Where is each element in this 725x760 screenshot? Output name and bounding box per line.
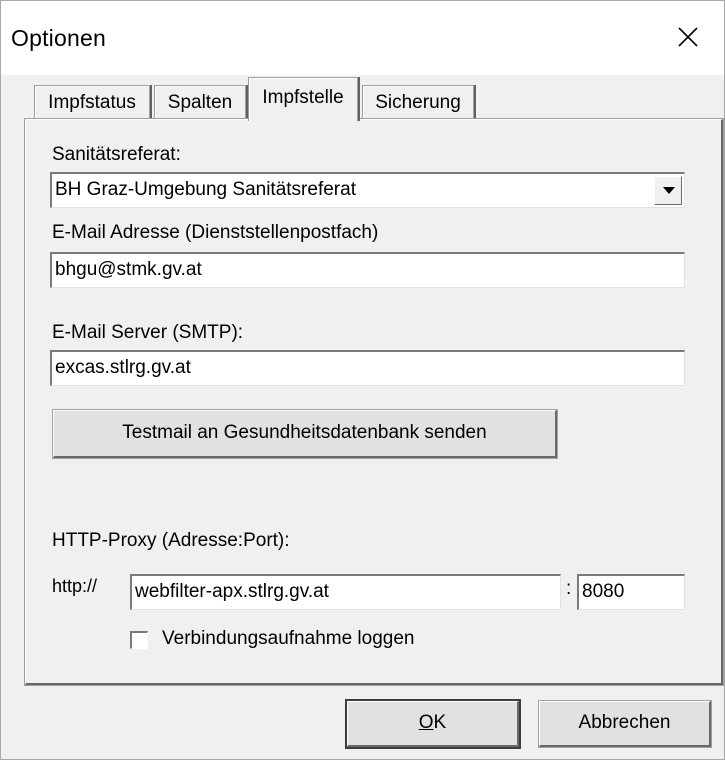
sanitaetsreferat-label: Sanitätsreferat: — [52, 144, 181, 165]
tab-label: Sicherung — [375, 92, 461, 113]
close-icon — [678, 27, 698, 47]
title-bar: Optionen — [1, 1, 724, 75]
tab-panel-impfstelle: Sanitätsreferat: BH Graz-Umgebung Sanitä… — [24, 118, 724, 686]
tab-label: Spalten — [167, 92, 233, 113]
tab-label: Impfstatus — [48, 92, 136, 113]
smtp-label: E-Mail Server (SMTP): — [52, 322, 244, 343]
tab-impfstelle[interactable]: Impfstelle — [248, 77, 358, 121]
cancel-button[interactable]: Abbrechen — [538, 700, 712, 748]
tab-impfstatus[interactable]: Impfstatus — [34, 85, 150, 119]
email-label: E-Mail Adresse (Dienststellenpostfach) — [52, 222, 379, 243]
options-dialog: Optionen Impfstatus Spalten Impfstelle S… — [0, 0, 725, 760]
testmail-button-label: Testmail an Gesundheitsdatenbank senden — [122, 422, 487, 443]
ok-mnemonic: O — [418, 712, 434, 733]
proxy-address-field[interactable]: webfilter-apx.stlrg.gv.at — [130, 574, 561, 610]
close-button[interactable] — [654, 1, 724, 75]
tab-sicherung[interactable]: Sicherung — [362, 85, 474, 119]
proxy-port-value: 8080 — [582, 581, 625, 602]
dialog-title: Optionen — [11, 25, 106, 51]
proxy-separator: : — [566, 578, 572, 599]
testmail-button[interactable]: Testmail an Gesundheitsdatenbank senden — [52, 409, 558, 459]
smtp-server-field[interactable]: excas.stlrg.gv.at — [50, 350, 685, 386]
proxy-port-field[interactable]: 8080 — [577, 574, 685, 610]
tab-label: Impfstelle — [262, 87, 344, 108]
proxy-label: HTTP-Proxy (Adresse:Port): — [52, 530, 290, 551]
cancel-label: Abbrechen — [578, 712, 671, 733]
email-value: bhgu@stmk.gv.at — [55, 259, 202, 280]
tab-spalten[interactable]: Spalten — [154, 85, 246, 119]
log-connection-label[interactable]: Verbindungsaufnahme loggen — [162, 628, 414, 650]
email-field[interactable]: bhgu@stmk.gv.at — [50, 252, 685, 288]
sanitaetsreferat-dropdown[interactable]: BH Graz-Umgebung Sanitätsreferat — [50, 172, 685, 208]
ok-label: K — [433, 712, 447, 733]
proxy-address-value: webfilter-apx.stlrg.gv.at — [135, 581, 329, 602]
smtp-value: excas.stlrg.gv.at — [55, 357, 191, 378]
dropdown-value: BH Graz-Umgebung Sanitätsreferat — [55, 179, 356, 200]
chevron-down-icon — [663, 187, 675, 194]
ok-button[interactable]: OK — [345, 699, 521, 749]
log-connection-checkbox[interactable] — [130, 631, 148, 649]
dropdown-button[interactable] — [654, 176, 682, 205]
proxy-prefix-label: http:// — [52, 576, 98, 596]
